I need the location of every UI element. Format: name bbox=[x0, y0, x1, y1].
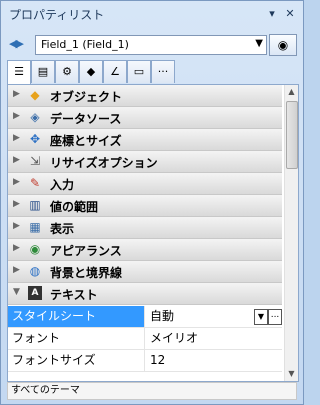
chevron-down-icon[interactable]: ▼ bbox=[255, 38, 263, 49]
resize-icon: ⇲ bbox=[29, 154, 41, 168]
scroll-up-icon[interactable]: ▲ bbox=[285, 85, 298, 99]
object-selector-row: ◀▶ Field_1 (Field_1) ▼ ◉ bbox=[7, 33, 297, 57]
category-label: 背景と境界線 bbox=[50, 266, 123, 280]
category-datasource[interactable]: ▶ ◈ データソース bbox=[8, 107, 282, 129]
dropdown-icon[interactable]: ▾ bbox=[263, 6, 281, 22]
category-resize[interactable]: ▶ ⇲ リサイズオプション bbox=[8, 151, 282, 173]
property-row-font-size[interactable]: フォントサイズ 12 bbox=[8, 350, 282, 372]
category-label: リサイズオプション bbox=[50, 156, 158, 170]
scroll-down-icon[interactable]: ▼ bbox=[285, 367, 298, 381]
datasource-icon: ◈ bbox=[30, 110, 40, 124]
category-label: テキスト bbox=[50, 288, 98, 302]
eye-icon: ◉ bbox=[29, 242, 41, 256]
expand-icon[interactable]: ▶ bbox=[13, 221, 20, 231]
shapes-icon: ◆ bbox=[86, 65, 96, 78]
collapse-icon[interactable]: ▼ bbox=[13, 287, 20, 297]
category-label: 入力 bbox=[50, 178, 75, 192]
eye-icon: ◉ bbox=[277, 38, 289, 52]
property-value[interactable]: メイリオ bbox=[148, 328, 282, 349]
object-selector[interactable]: Field_1 (Field_1) ▼ bbox=[35, 35, 267, 55]
range-icon: ▥ bbox=[29, 198, 41, 212]
background-border-icon: ◍ bbox=[29, 264, 41, 278]
category-label: 表示 bbox=[50, 222, 75, 236]
category-label: 値の範囲 bbox=[50, 200, 99, 214]
expand-icon[interactable]: ▶ bbox=[13, 265, 20, 275]
tab-monitor[interactable]: ▭ bbox=[127, 60, 151, 83]
category-label: データソース bbox=[50, 112, 122, 126]
expand-icon[interactable]: ▶ bbox=[13, 177, 20, 187]
tab-book[interactable]: ▤ bbox=[31, 60, 55, 83]
category-input[interactable]: ▶ ✎ 入力 bbox=[8, 173, 282, 195]
category-text[interactable]: ▼ A テキスト bbox=[8, 283, 282, 305]
vertical-scrollbar[interactable]: ▲ ▼ bbox=[284, 85, 298, 381]
expand-icon[interactable]: ▶ bbox=[13, 89, 20, 99]
category-label: オブジェクト bbox=[50, 90, 123, 104]
property-grid: ▶ ◆ オブジェクト ▶ ◈ データソース ▶ ✥ 座標とサイズ ▶ ⇲ リサイズオプション ▶… bbox=[7, 84, 299, 382]
ellipsis-button[interactable]: ... bbox=[268, 309, 282, 325]
status-bar: すべてのテーマ bbox=[7, 382, 297, 400]
navigate-arrows-icon[interactable]: ◀▶ bbox=[9, 37, 33, 53]
category-background-border[interactable]: ▶ ◍ 背景と境界線 bbox=[8, 261, 282, 283]
expand-icon[interactable]: ▶ bbox=[13, 155, 20, 165]
monitor-icon: ▭ bbox=[133, 65, 145, 78]
coordinates-icon: ✥ bbox=[29, 132, 41, 146]
tab-graph[interactable]: ∠ bbox=[103, 60, 127, 83]
expand-icon[interactable]: ▶ bbox=[13, 243, 20, 253]
title-bar: プロパティリスト ▾ ✕ bbox=[1, 1, 303, 27]
tab-more[interactable]: ··· bbox=[151, 60, 175, 83]
scroll-thumb[interactable] bbox=[286, 101, 298, 169]
category-appearance[interactable]: ▶ ◉ アピアランス bbox=[8, 239, 282, 261]
book-icon: ▤ bbox=[37, 65, 49, 78]
property-row-stylesheet[interactable]: スタイルシート 自動 ▼ ... bbox=[8, 306, 282, 328]
status-text: すべてのテーマ bbox=[11, 385, 80, 396]
close-icon[interactable]: ✕ bbox=[281, 6, 299, 22]
expand-icon[interactable]: ▶ bbox=[13, 111, 20, 121]
category-range[interactable]: ▶ ▥ 値の範囲 bbox=[8, 195, 282, 217]
expand-icon[interactable]: ▶ bbox=[13, 199, 20, 209]
tab-shapes[interactable]: ◆ bbox=[79, 60, 103, 83]
property-row-font[interactable]: フォント メイリオ bbox=[8, 328, 282, 350]
text-icon: A bbox=[28, 286, 42, 300]
category-coordinates[interactable]: ▶ ✥ 座標とサイズ bbox=[8, 129, 282, 151]
expand-icon[interactable]: ▶ bbox=[13, 133, 20, 143]
category-display[interactable]: ▶ ▦ 表示 bbox=[8, 217, 282, 239]
category-object[interactable]: ▶ ◆ オブジェクト bbox=[8, 85, 282, 107]
property-value[interactable]: 12 bbox=[148, 350, 282, 371]
tab-property-list[interactable]: ☰ bbox=[7, 60, 31, 84]
property-list-icon: ☰ bbox=[14, 65, 24, 78]
object-selector-value: Field_1 (Field_1) bbox=[41, 38, 129, 51]
object-cube-icon: ◆ bbox=[30, 88, 40, 102]
graph-icon: ∠ bbox=[110, 65, 120, 78]
tab-bar: ☰ ▤ ⚙ ◆ ∠ ▭ ··· bbox=[7, 60, 297, 84]
window-title: プロパティリスト bbox=[9, 8, 105, 22]
display-icon: ▦ bbox=[29, 220, 41, 234]
property-name: フォントサイズ bbox=[8, 350, 145, 371]
tab-gear[interactable]: ⚙ bbox=[55, 60, 79, 83]
property-name: スタイルシート bbox=[8, 306, 145, 327]
view-options-button[interactable]: ◉ bbox=[269, 34, 297, 56]
gear-icon: ⚙ bbox=[62, 65, 72, 78]
property-name: フォント bbox=[8, 328, 145, 349]
chevron-down-icon[interactable]: ▼ bbox=[254, 309, 268, 325]
category-label: 座標とサイズ bbox=[50, 134, 122, 148]
property-list-window: プロパティリスト ▾ ✕ ◀▶ Field_1 (Field_1) ▼ ◉ ☰ … bbox=[0, 0, 304, 405]
input-icon: ✎ bbox=[29, 176, 41, 190]
more-icon: ··· bbox=[157, 65, 169, 78]
category-label: アピアランス bbox=[50, 244, 122, 258]
